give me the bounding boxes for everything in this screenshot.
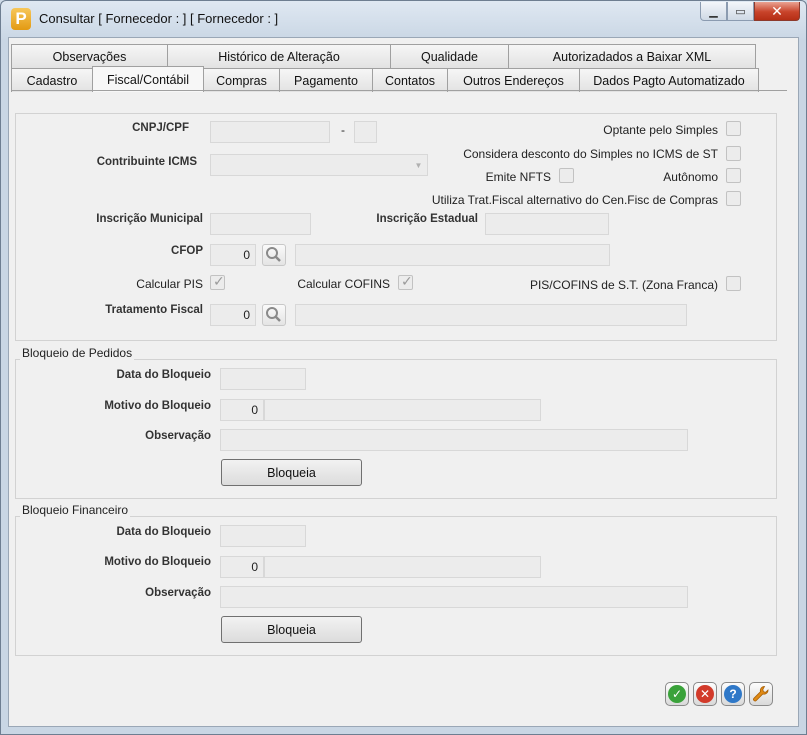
tab-row-top: Observações Histórico de Alteração Quali… bbox=[11, 44, 756, 68]
tratamento-fiscal-description-input[interactable] bbox=[295, 304, 687, 326]
magnifier-icon bbox=[266, 307, 281, 322]
tab-divider bbox=[11, 90, 787, 91]
app-icon: P bbox=[11, 8, 31, 30]
x-icon: ✕ bbox=[696, 685, 714, 703]
financeiro-data-bloqueio-label: Data do Bloqueio bbox=[116, 526, 211, 538]
financeiro-motivo-bloqueio-label: Motivo do Bloqueio bbox=[104, 556, 211, 568]
tab-qualidade[interactable]: Qualidade bbox=[390, 44, 509, 68]
inscricao-municipal-input[interactable] bbox=[210, 213, 311, 235]
contribuinte-icms-select[interactable]: ▼ bbox=[210, 154, 428, 176]
tab-contatos[interactable]: Contatos bbox=[372, 68, 448, 92]
bloqueio-pedidos-title: Bloqueio de Pedidos bbox=[20, 346, 135, 360]
close-button[interactable]: ✕ bbox=[754, 2, 800, 21]
tab-fiscal-contabil[interactable]: Fiscal/Contábil bbox=[92, 66, 204, 92]
cfop-code-input[interactable]: 0 bbox=[210, 244, 256, 266]
cfop-lookup-button[interactable] bbox=[262, 244, 286, 266]
optante-simples-label: Optante pelo Simples bbox=[603, 123, 718, 137]
bloqueio-financeiro-title: Bloqueio Financeiro bbox=[20, 503, 131, 517]
emite-nfts-label: Emite NFTS bbox=[485, 170, 551, 184]
question-icon: ? bbox=[724, 685, 742, 703]
main-window: P Consultar [ Fornecedor : ] [ Fornecedo… bbox=[0, 0, 807, 735]
check-icon: ✓ bbox=[668, 685, 686, 703]
tab-cadastro[interactable]: Cadastro bbox=[11, 68, 93, 92]
pedidos-observacao-input[interactable] bbox=[220, 429, 688, 451]
financeiro-observacao-input[interactable] bbox=[220, 586, 688, 608]
pedidos-data-bloqueio-input[interactable] bbox=[220, 368, 306, 390]
window-controls: ▁ ▭ ✕ bbox=[700, 2, 800, 21]
help-button[interactable]: ? bbox=[721, 682, 745, 706]
utiliza-trat-fiscal-checkbox[interactable] bbox=[726, 191, 741, 206]
window-title: Consultar [ Fornecedor : ] [ Fornecedor … bbox=[39, 11, 279, 26]
minimize-button[interactable]: ▁ bbox=[700, 2, 727, 21]
maximize-button[interactable]: ▭ bbox=[727, 2, 754, 21]
pedidos-motivo-code-input[interactable]: 0 bbox=[220, 399, 264, 421]
tab-historico-alteracao[interactable]: Histórico de Alteração bbox=[167, 44, 391, 68]
tratamento-fiscal-lookup-button[interactable] bbox=[262, 304, 286, 326]
pis-cofins-st-checkbox[interactable] bbox=[726, 276, 741, 291]
calcular-pis-checkbox[interactable] bbox=[210, 273, 225, 290]
cfop-description-input[interactable] bbox=[295, 244, 610, 266]
cnpj-digit-input[interactable] bbox=[354, 121, 377, 143]
contribuinte-icms-label: Contribuinte ICMS bbox=[96, 156, 197, 168]
financeiro-bloqueia-button[interactable]: Bloqueia bbox=[221, 616, 362, 643]
cnpj-input[interactable] bbox=[210, 121, 330, 143]
tab-row-bottom: Cadastro Fiscal/Contábil Compras Pagamen… bbox=[11, 66, 759, 92]
tab-outros-enderecos[interactable]: Outros Endereços bbox=[447, 68, 580, 92]
pedidos-bloqueia-button[interactable]: Bloqueia bbox=[221, 459, 362, 486]
financeiro-motivo-code-input[interactable]: 0 bbox=[220, 556, 264, 578]
considera-desconto-checkbox[interactable] bbox=[726, 146, 741, 161]
considera-desconto-label: Considera desconto do Simples no ICMS de… bbox=[463, 147, 718, 161]
cnpj-label: CNPJ/CPF bbox=[132, 122, 189, 134]
pedidos-motivo-description-input[interactable] bbox=[264, 399, 541, 421]
pis-cofins-st-label: PIS/COFINS de S.T. (Zona Franca) bbox=[529, 278, 718, 292]
title-bar[interactable]: P Consultar [ Fornecedor : ] [ Fornecedo… bbox=[1, 1, 806, 37]
tab-autorizados-xml[interactable]: Autorizadados a Baixar XML bbox=[508, 44, 756, 68]
wrench-icon bbox=[753, 686, 769, 702]
cancel-button[interactable]: ✕ bbox=[693, 682, 717, 706]
calcular-pis-label: Calcular PIS bbox=[136, 277, 203, 291]
magnifier-icon bbox=[266, 247, 281, 262]
financeiro-observacao-label: Observação bbox=[145, 587, 211, 599]
confirm-button[interactable]: ✓ bbox=[665, 682, 689, 706]
inscricao-estadual-label: Inscrição Estadual bbox=[376, 213, 478, 225]
calcular-cofins-checkbox[interactable] bbox=[398, 273, 413, 290]
emite-nfts-checkbox[interactable] bbox=[559, 168, 574, 183]
autonomo-label: Autônomo bbox=[663, 170, 718, 184]
pedidos-observacao-label: Observação bbox=[145, 430, 211, 442]
utiliza-trat-fiscal-label: Utiliza Trat.Fiscal alternativo do Cen.F… bbox=[431, 193, 718, 207]
tab-pagamento[interactable]: Pagamento bbox=[279, 68, 373, 92]
tab-dados-pagto-automatizado[interactable]: Dados Pagto Automatizado bbox=[579, 68, 759, 92]
financeiro-data-bloqueio-input[interactable] bbox=[220, 525, 306, 547]
tratamento-fiscal-label: Tratamento Fiscal bbox=[105, 304, 203, 316]
tratamento-fiscal-code-input[interactable]: 0 bbox=[210, 304, 256, 326]
inscricao-estadual-input[interactable] bbox=[485, 213, 609, 235]
optante-simples-checkbox[interactable] bbox=[726, 121, 741, 136]
tab-observacoes[interactable]: Observações bbox=[11, 44, 168, 68]
tools-button[interactable] bbox=[749, 682, 773, 706]
financeiro-motivo-description-input[interactable] bbox=[264, 556, 541, 578]
pedidos-motivo-bloqueio-label: Motivo do Bloqueio bbox=[104, 400, 211, 412]
calcular-cofins-label: Calcular COFINS bbox=[297, 277, 390, 291]
tab-compras[interactable]: Compras bbox=[203, 68, 280, 92]
cnpj-separator: - bbox=[341, 123, 345, 137]
autonomo-checkbox[interactable] bbox=[726, 168, 741, 183]
inscricao-municipal-label: Inscrição Municipal bbox=[96, 213, 203, 225]
pedidos-data-bloqueio-label: Data do Bloqueio bbox=[116, 369, 211, 381]
cfop-label: CFOP bbox=[171, 245, 203, 257]
